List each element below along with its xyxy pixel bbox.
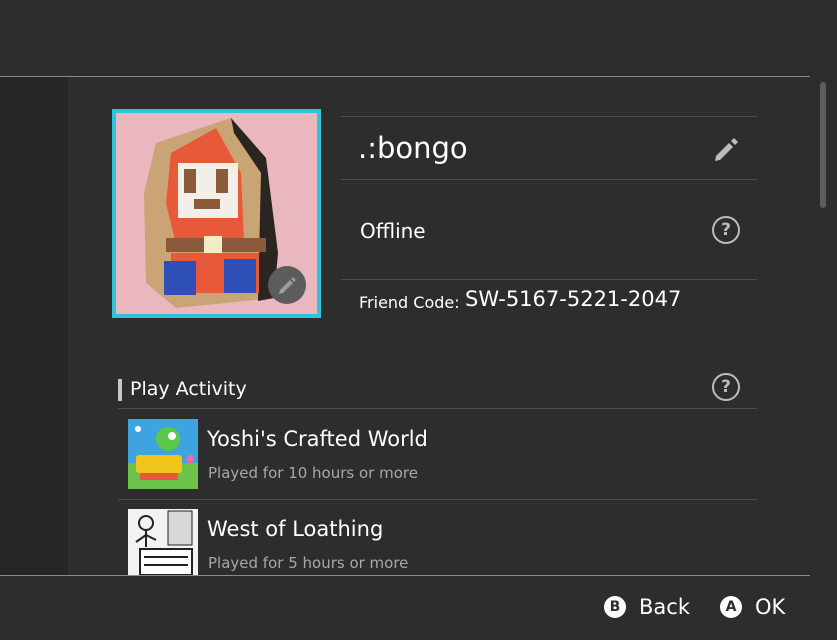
user-profile-page: .:bongo Offline ? Friend Code: SW-5167-5…: [0, 0, 837, 640]
friend-code-value: SW-5167-5221-2047: [465, 287, 682, 311]
online-status: Offline: [360, 219, 426, 243]
game-play-time: Played for 5 hours or more: [208, 554, 409, 572]
game-play-time: Played for 10 hours or more: [208, 464, 418, 482]
section-marker: [118, 379, 122, 401]
yoshis-crafted-world-icon: [128, 419, 198, 489]
username: .:bongo: [358, 131, 468, 165]
status-row: Offline ?: [341, 180, 757, 280]
b-button-icon: B: [604, 596, 626, 618]
ok-label: OK: [755, 595, 786, 619]
game-title: West of Loathing: [207, 517, 384, 541]
a-button-icon: A: [720, 596, 742, 618]
friend-code-label: Friend Code:: [359, 293, 460, 312]
edit-name-icon[interactable]: [713, 136, 739, 162]
scrollbar[interactable]: [820, 82, 826, 208]
status-help-icon[interactable]: ?: [712, 216, 740, 244]
edit-avatar-icon[interactable]: [268, 266, 306, 304]
west-of-loathing-icon: [128, 509, 198, 575]
back-button[interactable]: B Back: [604, 595, 690, 619]
ok-button[interactable]: A OK: [720, 595, 785, 619]
game-title: Yoshi's Crafted World: [207, 427, 428, 451]
play-activity-help-icon[interactable]: ?: [712, 373, 740, 401]
footer-divider: [0, 575, 810, 576]
back-label: Back: [639, 595, 690, 619]
game-row-west-of-loathing[interactable]: West of Loathing Played for 5 hours or m…: [118, 499, 757, 575]
username-row[interactable]: .:bongo: [341, 116, 757, 180]
left-panel: [0, 77, 68, 575]
play-activity-title: Play Activity: [130, 378, 247, 400]
game-row-yoshi[interactable]: Yoshi's Crafted World Played for 10 hour…: [118, 409, 757, 499]
header-divider: [0, 76, 810, 77]
